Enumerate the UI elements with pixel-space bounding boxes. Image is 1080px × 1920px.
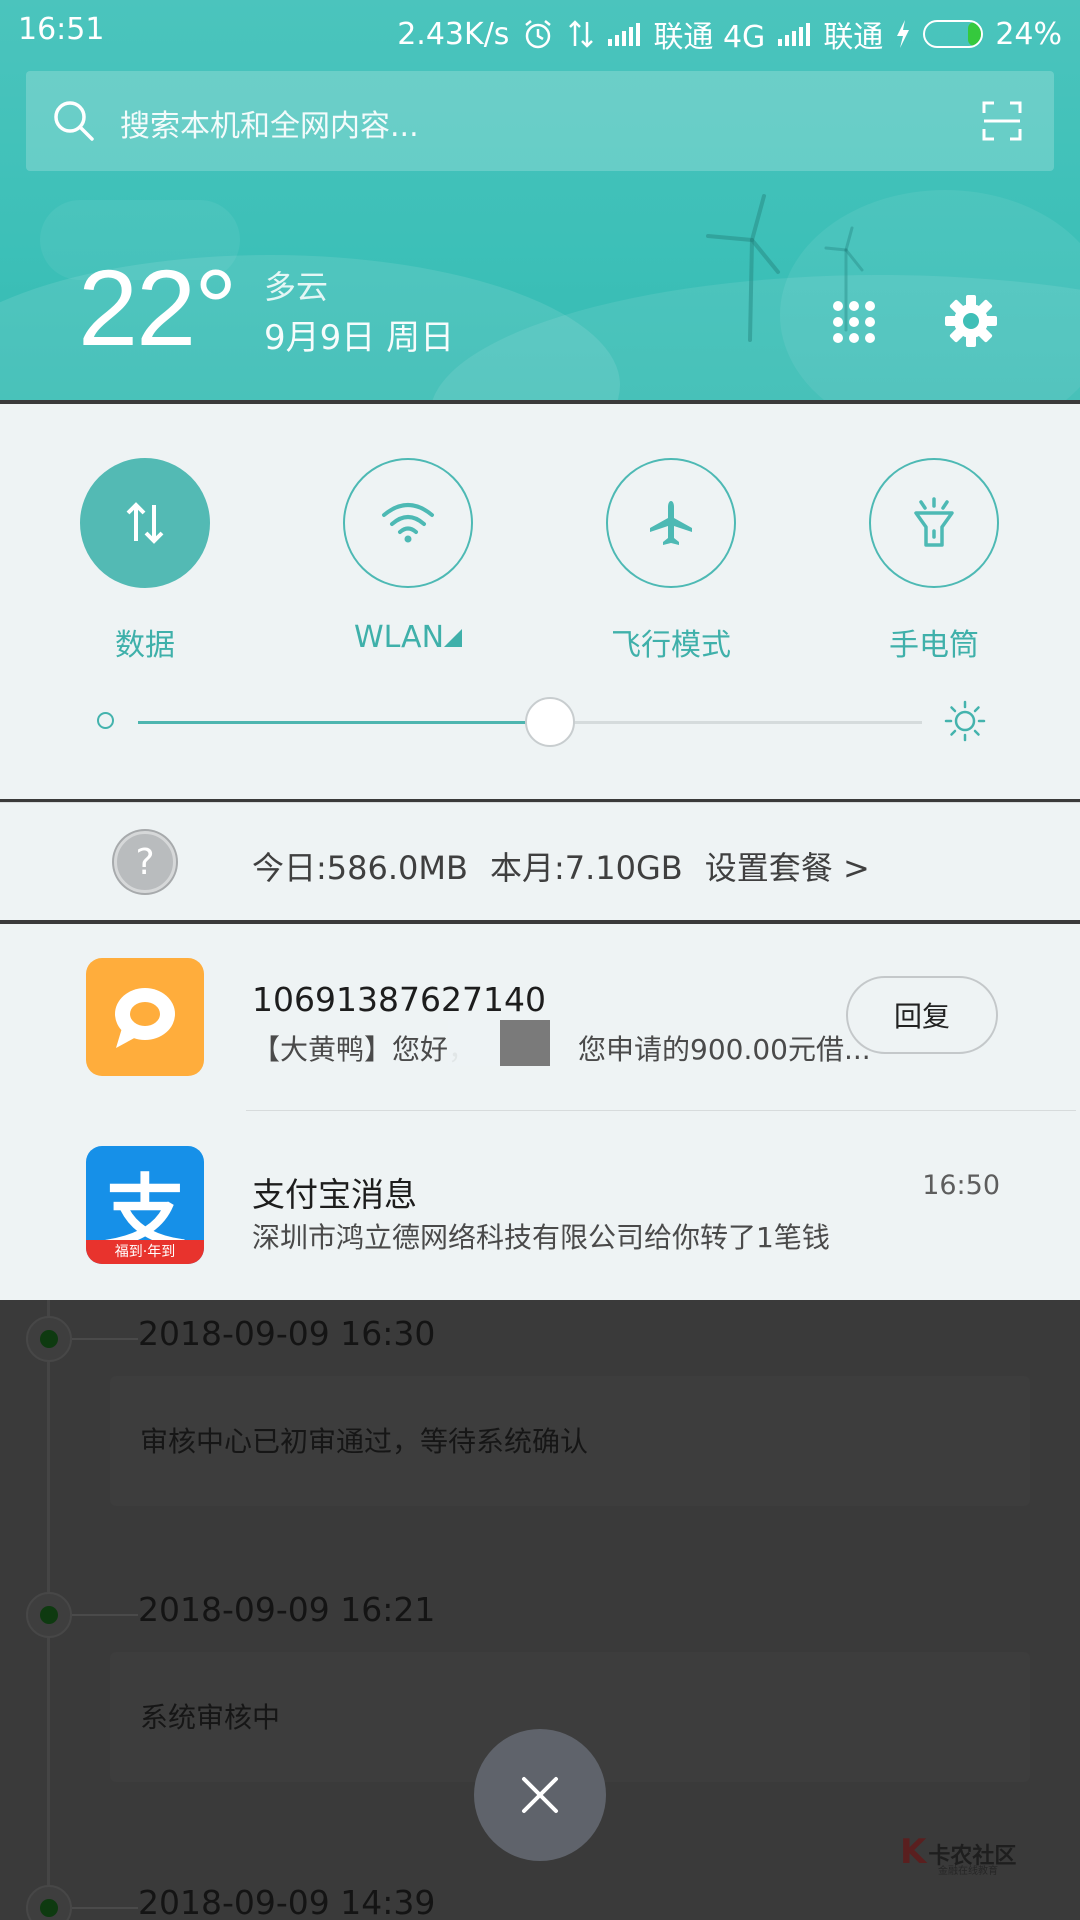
chat-bubble-icon — [115, 988, 175, 1048]
data-usage-today: 今日:586.0MB — [252, 849, 468, 887]
gear-icon[interactable] — [944, 294, 998, 348]
timeline-dot — [26, 1592, 72, 1638]
carrier-1: 联通 4G — [653, 20, 766, 55]
toggle-flashlight[interactable]: 手电筒 — [869, 458, 999, 663]
signal-icon — [778, 23, 811, 46]
data-usage-month: 本月:7.10GB — [489, 849, 683, 887]
brightness-slider[interactable] — [138, 697, 922, 747]
timeline-dot — [26, 1885, 72, 1920]
set-plan-link[interactable]: 设置套餐 > — [705, 849, 870, 887]
notification-time: 16:50 — [922, 1170, 1000, 1201]
carrier-2: 联通 — [823, 20, 884, 55]
notification-alipay[interactable]: 支 福到·年到 支付宝消息 深圳市鸿立德网络科技有限公司给你转了1笔钱 16:5… — [0, 1112, 1080, 1292]
weather-condition: 多云 — [264, 268, 329, 306]
toggle-label: WLAN — [283, 620, 533, 655]
flashlight-icon — [914, 497, 954, 547]
data-transfer-icon — [126, 502, 164, 544]
signal-icon — [608, 23, 641, 46]
alipay-app-icon: 支 福到·年到 — [86, 1146, 204, 1264]
watermark-logo: K卡农社区 金融在线教育 — [900, 1832, 1017, 1877]
toggle-wlan[interactable]: WLAN — [343, 458, 473, 655]
reply-button[interactable]: 回复 — [846, 976, 998, 1054]
data-transfer-icon — [569, 20, 594, 48]
wlan-corner-icon — [444, 629, 463, 647]
shade-header: 16:51 2.43K/s 联通 4G 联通 24% 搜索本机和全网内容... … — [0, 0, 1080, 400]
timeline-date: 2018-09-09 14:39 — [138, 1883, 436, 1920]
toggle-mobile-data[interactable]: 数据 — [80, 458, 210, 663]
timeline-dot — [26, 1316, 72, 1362]
toggle-label: 飞行模式 — [611, 628, 731, 663]
notification-sms[interactable]: 10691387627140 【大黄鸭】您好， 您申请的900.00元借... 回… — [0, 924, 1080, 1111]
timeline-card: 审核中心已初审通过，等待系统确认 — [110, 1376, 1030, 1506]
notification-list: 10691387627140 【大黄鸭】您好， 您申请的900.00元借... 回… — [0, 924, 1080, 1300]
apps-grid-icon[interactable] — [832, 300, 876, 344]
weather-date: 9月9日 周日 — [264, 318, 455, 358]
notification-title: 支付宝消息 — [252, 1175, 417, 1214]
timeline-date: 2018-09-09 16:30 — [138, 1314, 436, 1353]
weather-temperature[interactable]: 22° — [78, 245, 237, 370]
timeline-date: 2018-09-09 16:21 — [138, 1590, 436, 1629]
brightness-high-icon — [944, 700, 986, 742]
toggle-label: 数据 — [115, 628, 175, 663]
status-icons: 2.43K/s 联通 4G 联通 24% — [397, 12, 1062, 56]
messaging-app-icon — [86, 958, 204, 1076]
close-icon — [522, 1777, 558, 1813]
search-icon — [54, 101, 94, 141]
festival-banner: 福到·年到 — [86, 1240, 204, 1264]
airplane-icon — [650, 501, 692, 545]
search-bar[interactable]: 搜索本机和全网内容... — [26, 71, 1054, 171]
brightness-low-icon — [97, 712, 114, 729]
search-input[interactable]: 搜索本机和全网内容... — [120, 101, 419, 145]
charging-icon — [897, 20, 910, 48]
wifi-icon — [382, 503, 434, 543]
quick-settings-panel: 数据 WLAN 飞行模式 手电筒 — [0, 404, 1080, 799]
notification-body: 深圳市鸿立德网络科技有限公司给你转了1笔钱 — [252, 1221, 830, 1254]
watermark-k-icon: K — [900, 1832, 927, 1872]
battery-percent: 24% — [995, 16, 1062, 52]
toggle-airplane-mode[interactable]: 飞行模式 — [606, 458, 736, 663]
scan-icon[interactable] — [982, 101, 1022, 141]
timeline-text: 审核中心已初审通过，等待系统确认 — [140, 1425, 589, 1458]
timeline-text: 系统审核中 — [140, 1701, 281, 1734]
censor-box — [500, 1020, 550, 1066]
battery-icon — [923, 20, 984, 48]
status-time: 16:51 — [18, 12, 105, 47]
brightness-slider-thumb[interactable] — [524, 697, 575, 747]
toggle-label: 手电筒 — [889, 628, 979, 663]
notification-title: 10691387627140 — [252, 980, 546, 1019]
status-bar: 16:51 2.43K/s 联通 4G 联通 24% — [0, 0, 1080, 62]
notification-body: 【大黄鸭】您好， 您申请的900.00元借... — [252, 1033, 871, 1066]
close-shade-button[interactable] — [474, 1729, 606, 1861]
help-icon: ? — [114, 831, 176, 893]
net-speed: 2.43K/s — [397, 16, 510, 52]
data-usage-row[interactable]: ? 今日:586.0MB 本月:7.10GB 设置套餐 > — [0, 802, 1080, 920]
alarm-icon — [525, 20, 552, 49]
